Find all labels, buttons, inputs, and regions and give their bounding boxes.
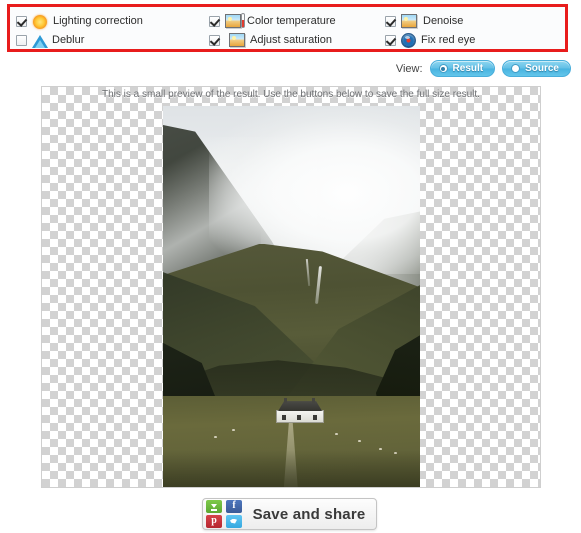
cottage-roof — [278, 401, 323, 412]
option-label: Color temperature — [247, 15, 336, 27]
view-option-result[interactable]: Result — [429, 60, 496, 77]
option-label: Deblur — [52, 34, 85, 46]
cloud-layer-primary — [209, 106, 420, 275]
color-temperature-checkbox[interactable] — [209, 16, 220, 27]
cottage-chimney — [312, 398, 316, 404]
preview-canvas: This is a small preview of the result. U… — [41, 86, 541, 488]
deblur-checkbox[interactable] — [16, 35, 27, 46]
cone-icon — [32, 34, 48, 48]
option-color-temperature[interactable]: Color temperature — [209, 13, 385, 31]
save-and-share-label: Save and share — [252, 505, 366, 523]
adjust-saturation-checkbox[interactable] — [209, 35, 220, 46]
result-image[interactable] — [163, 106, 420, 487]
save-and-share-button[interactable]: f p Save and share — [202, 498, 377, 530]
view-option-label: Source — [525, 63, 559, 74]
option-label: Adjust saturation — [250, 34, 332, 46]
field-shadow — [163, 449, 420, 487]
cottage-window — [297, 415, 302, 421]
option-fix-red-eye[interactable]: Fix red eye — [385, 32, 559, 50]
sheep — [335, 432, 339, 435]
radio-icon — [438, 64, 448, 73]
option-adjust-saturation[interactable]: Adjust saturation — [209, 32, 385, 50]
view-label: View: — [395, 62, 423, 75]
option-deblur[interactable]: Deblur — [16, 32, 209, 50]
sun-icon — [33, 14, 47, 29]
option-label: Denoise — [423, 15, 464, 27]
photo-stack-icon — [226, 33, 245, 48]
lighting-correction-checkbox[interactable] — [16, 16, 27, 27]
cottage-window — [313, 415, 318, 421]
option-label: Fix red eye — [421, 34, 476, 46]
cottage-window — [282, 415, 287, 421]
denoise-checkbox[interactable] — [385, 16, 396, 27]
download-icon[interactable] — [206, 499, 222, 513]
effects-options-grid: Lighting correction Deblur Color tempera… — [10, 7, 565, 49]
photo-icon — [401, 14, 418, 29]
facebook-icon[interactable]: f — [226, 499, 242, 513]
cottage-chimney — [284, 398, 288, 404]
fix-red-eye-checkbox[interactable] — [385, 35, 396, 46]
option-label: Lighting correction — [53, 15, 143, 27]
thermometer-photo-icon — [225, 13, 245, 29]
radio-icon — [511, 64, 521, 73]
share-icon-group: f p — [203, 499, 248, 530]
red-eye-icon — [401, 33, 416, 48]
twitter-icon[interactable] — [226, 514, 242, 528]
option-lighting-correction[interactable]: Lighting correction — [16, 13, 209, 31]
view-toggle-group: View: Result Source — [396, 60, 571, 77]
view-option-label: Result — [452, 63, 484, 74]
pinterest-icon[interactable]: p — [206, 514, 222, 528]
cottage — [276, 398, 325, 424]
preview-note: This is a small preview of the result. U… — [102, 89, 480, 100]
view-option-source[interactable]: Source — [502, 60, 571, 77]
option-denoise[interactable]: Denoise — [385, 13, 559, 31]
effects-options-panel: Lighting correction Deblur Color tempera… — [7, 4, 568, 52]
